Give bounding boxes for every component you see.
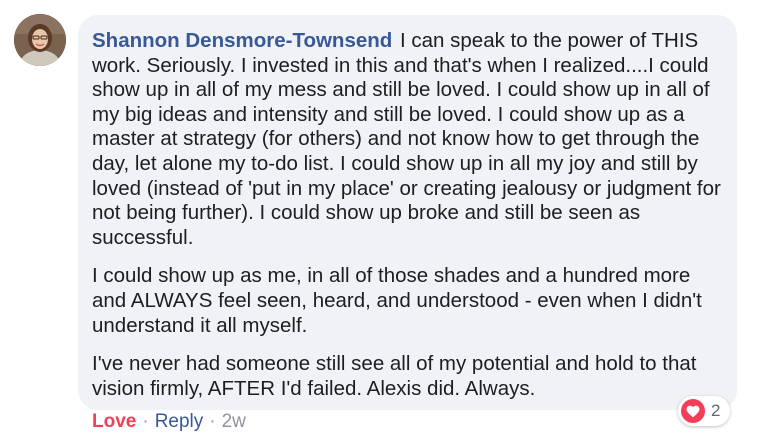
separator-dot: · [209,411,216,432]
comment-paragraph-1: Shannon Densmore-Townsend I can speak to… [92,29,721,250]
comment-paragraph-3: I've never had someone still see all of … [92,352,697,400]
timestamp-link[interactable]: 2w [222,411,246,433]
comment: Shannon Densmore-Townsend I can speak to… [0,0,784,446]
reaction-summary[interactable]: 2 [678,396,731,426]
separator-dot: · [142,411,149,432]
author-name-link[interactable]: Shannon Densmore-Townsend [92,29,392,52]
comment-paragraph-2: I could show up as me, in all of those s… [92,264,702,337]
comment-bubble: Shannon Densmore-Townsend I can speak to… [78,15,737,410]
heart-icon [681,399,705,423]
love-button[interactable]: Love [92,411,136,433]
profile-photo [14,14,66,66]
reaction-count: 2 [711,401,721,420]
comment-actions: Love · Reply · 2w [92,411,246,433]
reply-button[interactable]: Reply [155,411,204,433]
comment-text-1: I can speak to the power of THIS work. S… [92,29,721,249]
avatar[interactable] [14,14,66,66]
